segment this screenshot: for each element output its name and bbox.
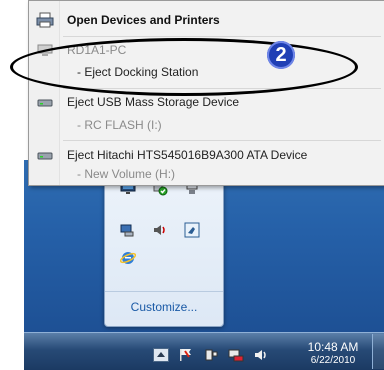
flag-icon[interactable]	[178, 348, 194, 362]
network-icon[interactable]	[228, 348, 244, 362]
menu-item-open-devices[interactable]: Open Devices and Printers	[29, 9, 384, 31]
volume-label: - New Volume (H:)	[77, 167, 176, 181]
taskbar-clock[interactable]: 10:48 AM 6/22/2010	[298, 340, 368, 368]
printer-icon	[36, 12, 54, 28]
customize-link[interactable]: Customize...	[105, 291, 223, 314]
internet-explorer-icon[interactable]	[119, 249, 137, 267]
menu-separator	[63, 140, 381, 141]
network-icon[interactable]	[119, 221, 137, 239]
clock-date: 6/22/2010	[310, 355, 356, 366]
drive-icon	[36, 147, 54, 163]
speaker-icon[interactable]	[253, 348, 269, 362]
hdd-volume-label: - New Volume (H:)	[29, 163, 384, 185]
menu-item-label: Open Devices and Printers	[67, 13, 220, 27]
step-number-badge: 2	[267, 41, 295, 69]
display-settings-icon[interactable]	[183, 221, 201, 239]
annotation-ellipse	[10, 38, 358, 96]
clock-time: 10:48 AM	[307, 340, 359, 354]
menu-separator	[63, 36, 381, 37]
usb-volume-label: - RC FLASH (I:)	[29, 114, 384, 136]
volume-label: - RC FLASH (I:)	[77, 118, 162, 132]
safely-remove-icon[interactable]	[203, 348, 219, 362]
drive-icon	[36, 94, 54, 110]
show-desktop-button[interactable]	[372, 334, 384, 369]
system-tray	[153, 348, 269, 362]
arrow-up-icon[interactable]	[153, 348, 169, 362]
speaker-icon[interactable]	[151, 221, 169, 239]
